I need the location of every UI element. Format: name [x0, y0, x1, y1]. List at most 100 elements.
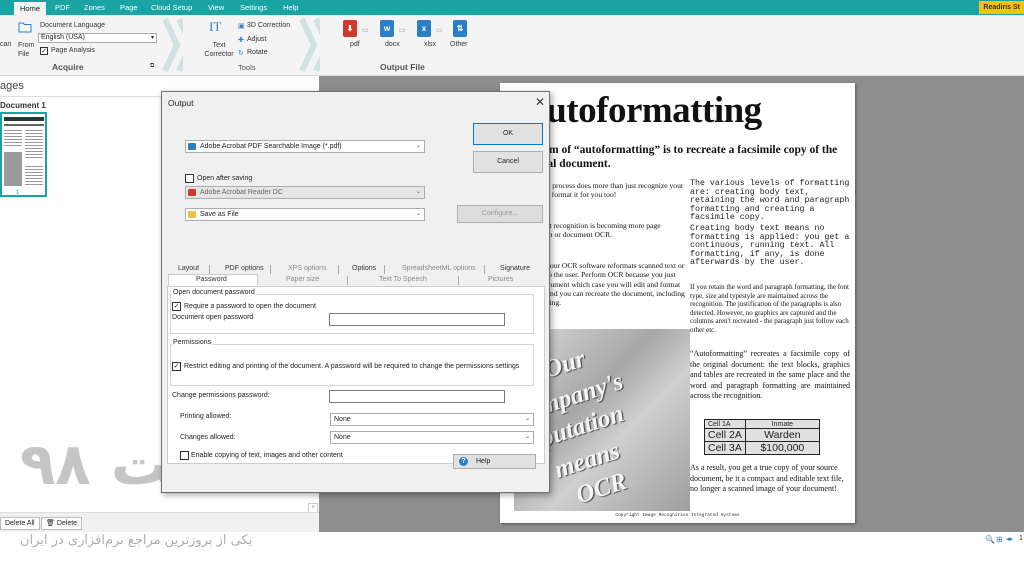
tab-xps-options[interactable]: XPS options	[288, 265, 327, 272]
document-paragraph: Creating body text means no formatting i…	[690, 224, 850, 268]
tab-view[interactable]: View	[202, 0, 230, 15]
tab-text-to-speech[interactable]: Text To Speech	[379, 276, 427, 283]
restrict-editing-checkbox[interactable]: ✓	[172, 362, 181, 371]
document-paragraph: The various levels of formatting are: cr…	[690, 179, 850, 223]
menu-bar: Home PDF Zones Page Cloud Setup View Set…	[0, 0, 1024, 15]
open-after-saving-checkbox[interactable]	[185, 174, 194, 183]
rotate-icon: ↻	[238, 50, 244, 57]
page-analysis-checkbox[interactable]: ✓	[40, 47, 48, 55]
chevron-down-icon: ▾	[150, 35, 154, 41]
printing-allowed-label: Printing allowed:	[180, 413, 232, 420]
adjust-button[interactable]: Adjust	[247, 36, 266, 43]
3d-correction-icon: ▣	[238, 23, 245, 30]
tab-help[interactable]: Help	[277, 0, 304, 15]
fit-page-icon[interactable]: ⊞	[996, 535, 1003, 544]
tab-options[interactable]: Options	[352, 265, 376, 272]
document-label[interactable]: Document 1	[0, 101, 46, 110]
table-cell: Inmate	[744, 419, 820, 429]
brand-label[interactable]: Readiris St	[979, 1, 1024, 14]
folder-icon: ▭	[399, 27, 406, 34]
document-paragraph: If you retain the word and paragraph for…	[690, 283, 850, 334]
other-format-icon: ⇅	[453, 20, 467, 37]
delete-label: Delete	[56, 520, 78, 527]
enable-copying-checkbox[interactable]	[180, 451, 189, 460]
thumbnail-line	[4, 124, 44, 126]
document-paragraph: “Autoformatting” recreates a facsimile c…	[690, 349, 850, 400]
tab-layout[interactable]: Layout	[178, 265, 199, 272]
chevron-down-icon: ⌄	[415, 143, 421, 149]
close-icon[interactable]: ✕	[535, 95, 545, 109]
restrict-editing-label: Restrict editing and printing of the doc…	[184, 363, 520, 370]
require-password-label: Require a password to open the document	[184, 303, 316, 310]
chevron-down-icon: ⌄	[524, 416, 530, 422]
prev-page-icon[interactable]: ◂▸	[1006, 535, 1013, 543]
document-page[interactable]: Autoformatting The aim of “autoformattin…	[500, 83, 855, 523]
change-password-label: Change permissions password:	[172, 392, 270, 399]
acrobat-icon	[188, 189, 196, 196]
tab-pdf-options[interactable]: PDF options	[225, 265, 264, 272]
zoom-icon[interactable]: 🔍	[985, 535, 995, 544]
docx-icon: w	[380, 20, 394, 37]
folder-icon: ▭	[436, 27, 443, 34]
scan-button[interactable]: can	[0, 41, 11, 48]
tab-password[interactable]: Password	[196, 276, 227, 283]
document-language-label: Document Language	[40, 22, 105, 29]
tab-page[interactable]: Page	[114, 0, 144, 15]
language-select[interactable]: English (USA) ▾	[38, 33, 157, 43]
dialog-launcher-icon[interactable]: ⧉	[150, 63, 154, 70]
changes-allowed-select[interactable]: None ⌄	[330, 431, 534, 444]
thumbnail-text	[25, 166, 43, 186]
tab-separator	[270, 265, 271, 274]
3d-correction-button[interactable]: 3D Correction	[247, 22, 290, 29]
thumbnail-text	[25, 130, 43, 160]
chevron-separator-icon	[163, 17, 183, 72]
tab-zones[interactable]: Zones	[78, 0, 111, 15]
output-dialog: Output ✕ Adobe Acrobat PDF Searchable Im…	[161, 91, 550, 493]
from-file-button[interactable]: From File	[18, 41, 38, 59]
tab-home[interactable]: Home	[14, 0, 47, 15]
save-as-select[interactable]: Save as File ⌄	[185, 208, 425, 221]
printing-allowed-value: None	[334, 416, 351, 423]
tab-separator	[484, 265, 485, 274]
change-password-input[interactable]	[329, 390, 505, 403]
tab-pdf[interactable]: PDF	[49, 0, 76, 15]
cancel-button[interactable]: Cancel	[473, 151, 543, 173]
require-password-checkbox[interactable]: ✓	[172, 302, 181, 311]
tools-group-label: Tools	[238, 63, 256, 72]
pdf-output-button[interactable]: pdf	[350, 41, 360, 48]
pages-pane-title: ages	[0, 80, 24, 92]
reader-value: Adobe Acrobat Reader DC	[200, 189, 283, 196]
tab-paper-size[interactable]: Paper size	[286, 276, 319, 283]
open-password-input[interactable]	[329, 313, 505, 326]
output-format-value: Adobe Acrobat PDF Searchable Image (*.pd…	[200, 143, 342, 150]
printing-allowed-select[interactable]: None ⌄	[330, 413, 534, 426]
configure-button[interactable]: Configure...	[457, 205, 543, 223]
output-format-select[interactable]: Adobe Acrobat PDF Searchable Image (*.pd…	[185, 140, 425, 153]
changes-allowed-value: None	[334, 434, 351, 441]
docx-output-button[interactable]: docx	[385, 41, 400, 48]
other-output-button[interactable]: Other	[450, 41, 468, 48]
table-cell: Warden	[744, 428, 820, 442]
text-corrector-button[interactable]: Text Corrector	[202, 41, 236, 59]
tab-cloud-setup[interactable]: Cloud Setup	[145, 0, 198, 15]
watermark-subtitle: یکی از بروزترین مراجع نرم‌افزاری در ایرا…	[20, 533, 253, 548]
delete-button[interactable]: 🗑 Delete	[41, 517, 83, 530]
reader-select[interactable]: Adobe Acrobat Reader DC ⌄	[185, 186, 425, 199]
acquire-group-label: Acquire	[52, 62, 84, 72]
rotate-button[interactable]: Rotate	[247, 49, 268, 56]
tab-settings[interactable]: Settings	[234, 0, 273, 15]
tab-spreadsheetml-options[interactable]: SpreadsheetML options	[402, 265, 476, 272]
xlsx-output-button[interactable]: xlsx	[424, 41, 436, 48]
ok-button[interactable]: OK	[473, 123, 543, 145]
text-corrector-icon: IT	[209, 19, 222, 34]
tab-signature[interactable]: Signature	[500, 265, 530, 272]
delete-all-button[interactable]: Delete All	[0, 517, 40, 530]
help-button[interactable]: ? Help	[453, 454, 536, 469]
document-title: Autoformatting	[520, 90, 762, 131]
tab-pictures[interactable]: Pictures	[488, 276, 513, 283]
tab-separator	[338, 265, 339, 274]
chevron-down-icon: ⌄	[415, 211, 421, 217]
thumbnail-text	[4, 130, 22, 148]
page-thumbnail[interactable]	[0, 112, 47, 197]
document-subtitle: The aim of “autoformatting” is to recrea…	[518, 144, 838, 170]
